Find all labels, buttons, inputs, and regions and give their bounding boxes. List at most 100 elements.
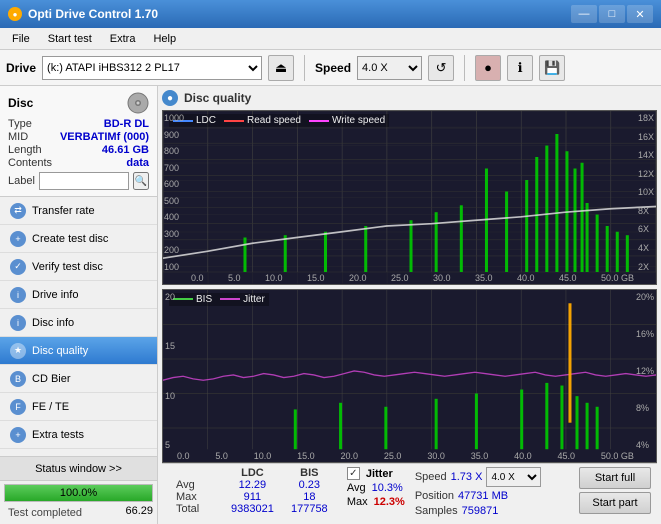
- window-title: Opti Drive Control 1.70: [28, 7, 158, 21]
- speed-label: Speed: [415, 471, 447, 483]
- top-legend: LDC Read speed Write speed: [169, 114, 389, 127]
- type-value: BD-R DL: [104, 118, 149, 130]
- position-label: Position: [415, 490, 454, 502]
- disc-quality-panel: ● Disc quality LDC Read speed: [158, 86, 661, 524]
- legend-jitter-label: Jitter: [243, 294, 265, 305]
- legend-ldc-label: LDC: [196, 115, 216, 126]
- row-max-label: Max: [168, 491, 223, 503]
- disc-header: Disc: [8, 92, 149, 114]
- status-text: Test completed: [4, 505, 86, 522]
- disc-label: Disc: [8, 96, 33, 110]
- stats-area: LDC BIS Avg 12.29 0.23 Max 911 18: [162, 463, 657, 520]
- charts-container: LDC Read speed Write speed: [162, 110, 657, 463]
- titlebar: ● Opti Drive Control 1.70 — □ ✕: [0, 0, 661, 28]
- nav-label-verify: Verify test disc: [32, 261, 103, 273]
- statusbar: Status window >> 100.0% Test completed 6…: [0, 456, 157, 524]
- save-button[interactable]: 💾: [539, 55, 565, 81]
- nav-extra-tests[interactable]: + Extra tests: [0, 421, 157, 449]
- position-val: 47731 MB: [458, 490, 508, 502]
- info-button[interactable]: ℹ: [507, 55, 533, 81]
- readspeed-dot: [224, 120, 244, 122]
- menubar: File Start test Extra Help: [0, 28, 661, 50]
- bis-dot: [173, 298, 193, 300]
- samples-val: 759871: [462, 505, 499, 517]
- total-ldc: 9383021: [223, 503, 282, 515]
- cdbier-icon: B: [10, 371, 26, 387]
- col-ldc: LDC: [223, 467, 282, 479]
- sidebar: Disc Type BD-R DL MID VERBATIMf (000) Le…: [0, 86, 158, 524]
- nav-label-drive-info: Drive info: [32, 289, 78, 301]
- version-text: 66.29: [125, 505, 153, 522]
- close-button[interactable]: ✕: [627, 5, 653, 23]
- titlebar-controls: — □ ✕: [571, 5, 653, 23]
- jitter-label: Jitter: [366, 468, 393, 480]
- top-chart: LDC Read speed Write speed: [162, 110, 657, 285]
- dq-header: ● Disc quality: [162, 90, 657, 106]
- disc-type-row: Type BD-R DL: [8, 118, 149, 130]
- stats-table: LDC BIS Avg 12.29 0.23 Max 911 18: [168, 467, 337, 515]
- start-full-button[interactable]: Start full: [579, 467, 651, 489]
- toolbar: Drive (k:) ATAPI iHBS312 2 PL17 ⏏ Speed …: [0, 50, 661, 86]
- titlebar-left: ● Opti Drive Control 1.70: [8, 7, 158, 21]
- start-part-button[interactable]: Start part: [579, 492, 651, 514]
- label-input[interactable]: [39, 172, 129, 190]
- max-ldc: 911: [223, 491, 282, 503]
- jitter-avg-val: 10.3%: [372, 482, 403, 494]
- legend-readspeed: Read speed: [224, 115, 301, 126]
- menu-file[interactable]: File: [4, 31, 38, 47]
- nav-verify-test[interactable]: ✓ Verify test disc: [0, 253, 157, 281]
- nav-drive-info[interactable]: i Drive info: [0, 281, 157, 309]
- bottom-legend: BIS Jitter: [169, 293, 269, 306]
- bottom-chart: BIS Jitter: [162, 289, 657, 464]
- max-bis: 18: [282, 491, 337, 503]
- refresh-button[interactable]: ↺: [428, 55, 454, 81]
- jitter-checkbox[interactable]: ✓: [347, 467, 360, 480]
- label-search-button[interactable]: 🔍: [133, 172, 149, 190]
- legend-readspeed-label: Read speed: [247, 115, 301, 126]
- bottom-chart-svg: [163, 290, 656, 463]
- maximize-button[interactable]: □: [599, 5, 625, 23]
- menu-start-test[interactable]: Start test: [40, 31, 100, 47]
- writespeed-dot: [309, 120, 329, 122]
- x-axis-top: 0.05.010.015.020.025.030.035.040.045.050…: [191, 273, 634, 283]
- jitter-max-val: 12.3%: [374, 496, 405, 508]
- progress-text: 100.0%: [5, 485, 152, 501]
- nav-label-create: Create test disc: [32, 233, 108, 245]
- x-axis-bottom: 0.05.010.015.020.025.030.035.040.045.050…: [177, 451, 634, 461]
- y-axis-right-bottom: 20%16%12%8%4%: [636, 292, 654, 451]
- menu-extra[interactable]: Extra: [102, 31, 144, 47]
- contents-key: Contents: [8, 157, 52, 169]
- nav-label-extra: Extra tests: [32, 429, 84, 441]
- disc-icon: [127, 92, 149, 114]
- eject-button[interactable]: ⏏: [268, 55, 294, 81]
- nav-create-test[interactable]: + Create test disc: [0, 225, 157, 253]
- settings-button[interactable]: ●: [475, 55, 501, 81]
- disc-contents-row: Contents data: [8, 157, 149, 169]
- top-chart-svg: [163, 111, 656, 284]
- jitter-avg-row: Avg 10.3%: [347, 482, 405, 494]
- nav-cd-bier[interactable]: B CD Bier: [0, 365, 157, 393]
- nav-disc-quality[interactable]: ★ Disc quality: [0, 337, 157, 365]
- nav-transfer-rate[interactable]: ⇄ Transfer rate: [0, 197, 157, 225]
- speed-select[interactable]: 4.0 X 2.0 X 8.0 X: [357, 56, 422, 80]
- speed-select-stats[interactable]: 4.0 X 2.0 X: [486, 467, 541, 487]
- drive-select[interactable]: (k:) ATAPI iHBS312 2 PL17: [42, 56, 262, 80]
- nav-disc-info[interactable]: i Disc info: [0, 309, 157, 337]
- status-window-button[interactable]: Status window >>: [0, 457, 157, 481]
- speed-val: 1.73 X: [451, 471, 483, 483]
- dq-title: Disc quality: [184, 91, 251, 105]
- nav-label-disc-quality: Disc quality: [32, 345, 88, 357]
- minimize-button[interactable]: —: [571, 5, 597, 23]
- disc-label-row: Label 🔍: [8, 172, 149, 190]
- legend-bis: BIS: [173, 294, 212, 305]
- legend-writespeed: Write speed: [309, 115, 385, 126]
- main-layout: Disc Type BD-R DL MID VERBATIMf (000) Le…: [0, 86, 661, 524]
- menu-help[interactable]: Help: [145, 31, 184, 47]
- col-bis: BIS: [282, 467, 337, 479]
- avg-ldc: 12.29: [223, 479, 282, 491]
- nav-fe-te[interactable]: F FE / TE: [0, 393, 157, 421]
- total-bis: 177758: [282, 503, 337, 515]
- y-axis-left-top: 1000900800700600500400300200100: [164, 113, 184, 272]
- discinfo-icon: i: [10, 315, 26, 331]
- disc-section: Disc Type BD-R DL MID VERBATIMf (000) Le…: [0, 86, 157, 197]
